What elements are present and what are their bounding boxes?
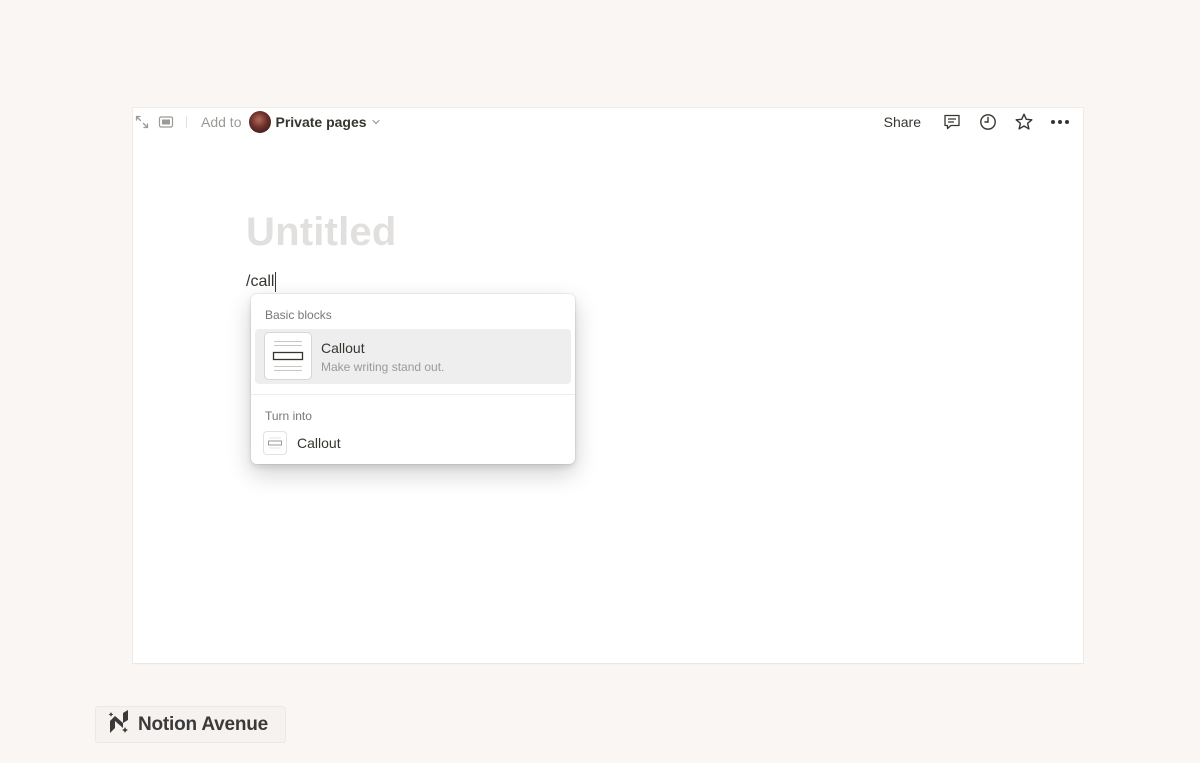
- topbar-left: Add to Private pages: [133, 108, 381, 136]
- menu-item-callout-title: Callout: [321, 340, 365, 356]
- history-clock-icon[interactable]: [977, 111, 999, 133]
- menu-item-callout-desc: Make writing stand out.: [321, 360, 445, 374]
- slash-command-menu: Basic blocks Callout Make writing stand …: [251, 294, 575, 464]
- add-to-label: Add to: [201, 114, 242, 130]
- notion-avenue-logo-icon: [106, 709, 130, 740]
- share-button[interactable]: Share: [884, 114, 921, 130]
- topbar-right: Share: [884, 108, 1071, 136]
- menu-item-callout[interactable]: Callout Make writing stand out.: [255, 329, 571, 384]
- text-block-input[interactable]: /call: [246, 272, 277, 292]
- menu-section-basic-blocks: Basic blocks: [265, 308, 332, 322]
- page-title[interactable]: Untitled: [246, 210, 396, 255]
- menu-item-turn-into-callout-title: Callout: [297, 435, 341, 451]
- callout-small-icon: [264, 432, 286, 454]
- menu-divider: [251, 394, 575, 395]
- location-button[interactable]: Private pages: [275, 114, 366, 130]
- notion-page: Add to Private pages Share Untitled /cal…: [133, 108, 1083, 663]
- chevron-down-icon[interactable]: [371, 117, 381, 127]
- menu-item-turn-into-callout[interactable]: Callout: [255, 430, 571, 458]
- brand-name: Notion Avenue: [138, 713, 269, 735]
- avatar[interactable]: [249, 111, 272, 133]
- topbar-divider: [186, 116, 187, 128]
- callout-block-icon: [265, 333, 311, 379]
- expand-icon[interactable]: [131, 111, 153, 133]
- typed-command: /call: [246, 273, 275, 290]
- watermark-badge: Notion Avenue: [96, 707, 285, 742]
- menu-section-turn-into: Turn into: [265, 409, 312, 423]
- topbar: Add to Private pages Share: [133, 108, 1083, 136]
- more-icon[interactable]: [1049, 111, 1071, 133]
- comment-icon[interactable]: [941, 111, 963, 133]
- sidepeek-icon[interactable]: [155, 111, 177, 133]
- star-icon[interactable]: [1013, 111, 1035, 133]
- text-caret: [275, 272, 277, 292]
